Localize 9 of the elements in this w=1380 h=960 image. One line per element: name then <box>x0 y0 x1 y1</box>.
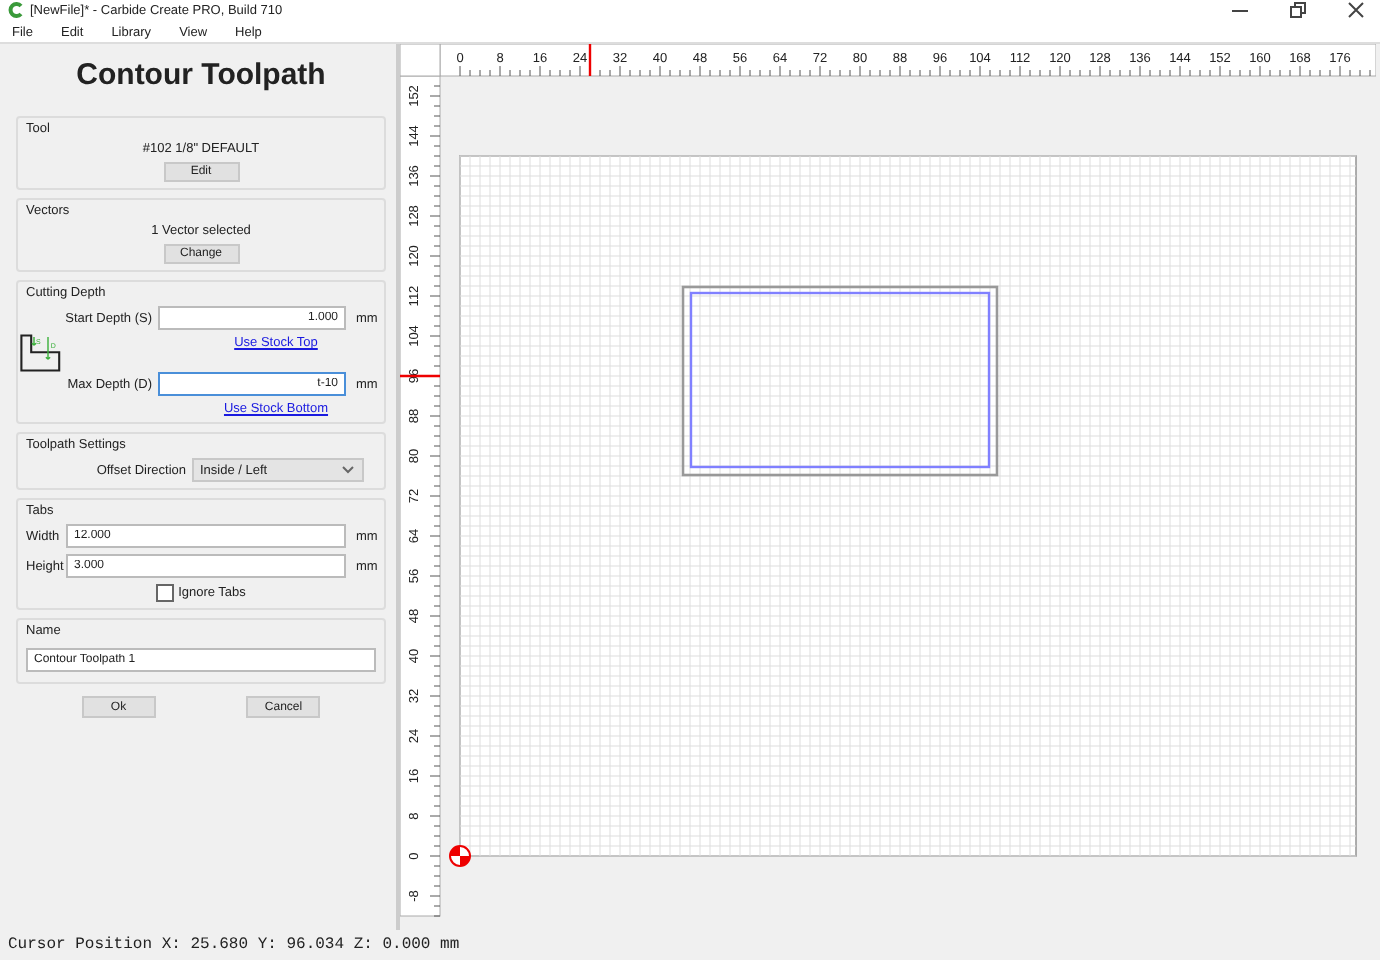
restore-icon[interactable] <box>1290 2 1306 19</box>
cursor-marker <box>400 375 440 378</box>
panel-title: Contour Toolpath <box>74 56 328 97</box>
close-icon[interactable] <box>1348 2 1364 19</box>
cursor-marker <box>588 44 592 77</box>
cursor-position-text: Cursor Position X: 25.680 Y: 96.034 Z: 0.000 mm <box>6 934 462 959</box>
ignore-tabs-checkbox[interactable] <box>156 584 175 603</box>
app-logo-icon <box>8 2 24 19</box>
chevron-down-icon <box>342 466 354 475</box>
